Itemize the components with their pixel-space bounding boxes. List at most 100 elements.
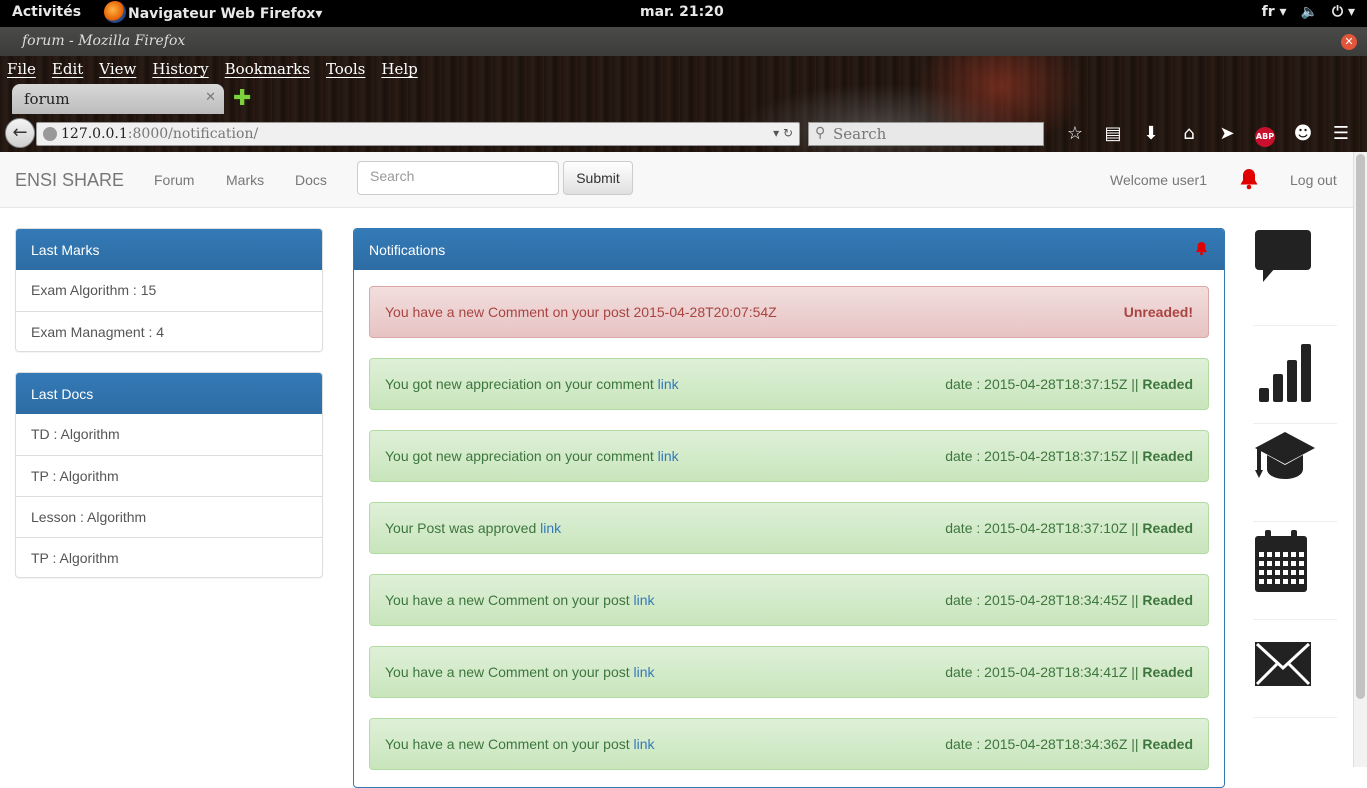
notification-read: You have a new Comment on your post link… [369,718,1209,770]
notification-read: You got new appreciation on your comment… [369,358,1209,410]
adblock-icon[interactable]: ABP [1246,123,1284,147]
calendar-icon[interactable] [1253,522,1337,620]
menu-file[interactable]: File [7,60,36,78]
list-item[interactable]: Exam Algorithm : 15 [16,270,322,311]
power-icon[interactable]: ⏻ ▾ [1332,4,1355,20]
browser-tab[interactable]: forum ✕ [12,84,224,114]
logout-link[interactable]: Log out [1290,172,1337,188]
notification-text: You have a new Comment on your post [385,664,630,680]
new-tab-icon[interactable]: ✚ [233,86,251,111]
search-icon: ⚲ [815,125,826,141]
last-marks-title: Last Marks [16,229,322,270]
nav-marks[interactable]: Marks [226,172,264,188]
app-menu[interactable]: Navigateur Web Firefox ▾ [104,1,323,23]
last-docs-title: Last Docs [16,373,322,414]
browser-chrome: File Edit View History Bookmarks Tools H… [0,56,1367,152]
app-menu-label: Navigateur Web Firefox [128,5,316,22]
notification-text: You have a new Comment on your post 2015… [385,304,777,320]
site-search-placeholder: Search [370,168,415,184]
status-badge: Readed [1142,448,1193,464]
notification-read: Your Post was approved link date : 2015-… [369,502,1209,554]
nav-forum[interactable]: Forum [154,172,194,188]
bell-icon[interactable] [1239,168,1259,195]
clock[interactable]: mar. 21:20 [640,4,724,20]
list-item[interactable]: TP : Algorithm [16,455,322,496]
search-placeholder: Search [833,125,887,143]
language-selector[interactable]: fr ▾ [1262,4,1287,20]
window-titlebar: forum - Mozilla Firefox ✕ [0,27,1367,56]
bookmarks-list-icon[interactable]: ▤ [1094,123,1132,147]
notification-date: date : 2015-04-28T18:34:36Z || [945,736,1139,752]
notification-link[interactable]: link [634,736,655,752]
smiley-icon[interactable]: ☻ [1284,123,1322,147]
close-window-icon[interactable]: ✕ [1341,34,1357,50]
signal-bars-icon[interactable] [1253,326,1337,424]
url-text: 127.0.0.1:8000/notification/ [61,126,258,142]
back-arrow-icon[interactable]: ← [5,118,35,148]
notifications-heading: Notifications [354,229,1224,270]
notification-text: You got new appreciation on your comment [385,448,654,464]
hamburger-menu-icon[interactable]: ☰ [1322,123,1360,147]
notification-read: You have a new Comment on your post link… [369,646,1209,698]
notification-link[interactable]: link [540,520,561,536]
site-brand[interactable]: ENSI SHARE [15,170,124,191]
notification-link[interactable]: link [658,448,679,464]
status-badge: Readed [1142,664,1193,680]
close-tab-icon[interactable]: ✕ [205,90,216,105]
download-icon[interactable]: ⬇ [1132,123,1170,147]
nav-docs[interactable]: Docs [295,172,327,188]
globe-icon [43,127,57,141]
system-top-bar: Activités Navigateur Web Firefox ▾ mar. 2… [0,0,1367,27]
status-badge: Unreaded! [1123,304,1193,320]
last-marks-panel: Last Marks Exam Algorithm : 15 Exam Mana… [15,228,323,352]
page-scrollbar[interactable] [1353,152,1367,767]
notification-link[interactable]: link [634,664,655,680]
home-icon[interactable]: ⌂ [1170,123,1208,147]
submit-button[interactable]: Submit [563,161,633,195]
notification-date: date : 2015-04-28T18:34:41Z || [945,664,1139,680]
notification-link[interactable]: link [658,376,679,392]
volume-icon[interactable]: 🔈 [1301,4,1318,20]
url-bar[interactable]: 127.0.0.1:8000/notification/ ▾ ↻ [36,122,800,146]
bookmark-star-icon[interactable]: ☆ [1056,123,1094,147]
notification-text: Your Post was approved [385,520,537,536]
dropdown-icon[interactable]: ▾ [773,126,779,140]
menu-history[interactable]: History [152,60,208,78]
chat-icon[interactable] [1253,228,1337,326]
menu-help[interactable]: Help [381,60,417,78]
menu-view[interactable]: View [99,60,136,78]
status-badge: Readed [1142,520,1193,536]
scrollbar-thumb[interactable] [1356,154,1365,699]
site-search-input[interactable]: Search [357,161,559,195]
send-icon[interactable]: ➤ [1208,123,1246,147]
notification-read: You got new appreciation on your comment… [369,430,1209,482]
graduation-cap-icon[interactable] [1253,424,1337,522]
status-badge: Readed [1142,592,1193,608]
envelope-icon[interactable] [1253,620,1337,718]
list-item[interactable]: TD : Algorithm [16,414,322,455]
menu-bookmarks[interactable]: Bookmarks [225,60,310,78]
navigation-toolbar: ← 127.0.0.1:8000/notification/ ▾ ↻ ⚲ Sea… [0,116,1367,150]
notification-unread[interactable]: You have a new Comment on your post 2015… [369,286,1209,338]
web-page: ENSI SHARE Forum Marks Docs Search Submi… [0,152,1353,788]
url-path: :8000/notification/ [127,126,259,142]
notification-date: date : 2015-04-28T18:37:15Z || [945,448,1139,464]
notification-read: You have a new Comment on your post link… [369,574,1209,626]
list-item[interactable]: Exam Managment : 4 [16,311,322,351]
list-item[interactable]: Lesson : Algorithm [16,496,322,537]
notification-link[interactable]: link [634,592,655,608]
reload-icon[interactable]: ↻ [783,126,793,140]
activities-button[interactable]: Activités [12,4,81,20]
caret-down-icon: ▾ [315,5,323,22]
browser-search-bar[interactable]: ⚲ Search [808,122,1044,146]
window-title: forum - Mozilla Firefox [22,33,186,49]
firefox-logo-icon [104,1,126,23]
language-label: fr [1261,4,1275,20]
site-navbar: ENSI SHARE Forum Marks Docs Search Submi… [0,152,1353,208]
url-host: 127.0.0.1 [61,126,128,142]
list-item[interactable]: TP : Algorithm [16,537,322,577]
menu-tools[interactable]: Tools [326,60,365,78]
tab-label: forum [24,90,70,108]
menu-edit[interactable]: Edit [52,60,83,78]
notification-date: date : 2015-04-28T18:34:45Z || [945,592,1139,608]
